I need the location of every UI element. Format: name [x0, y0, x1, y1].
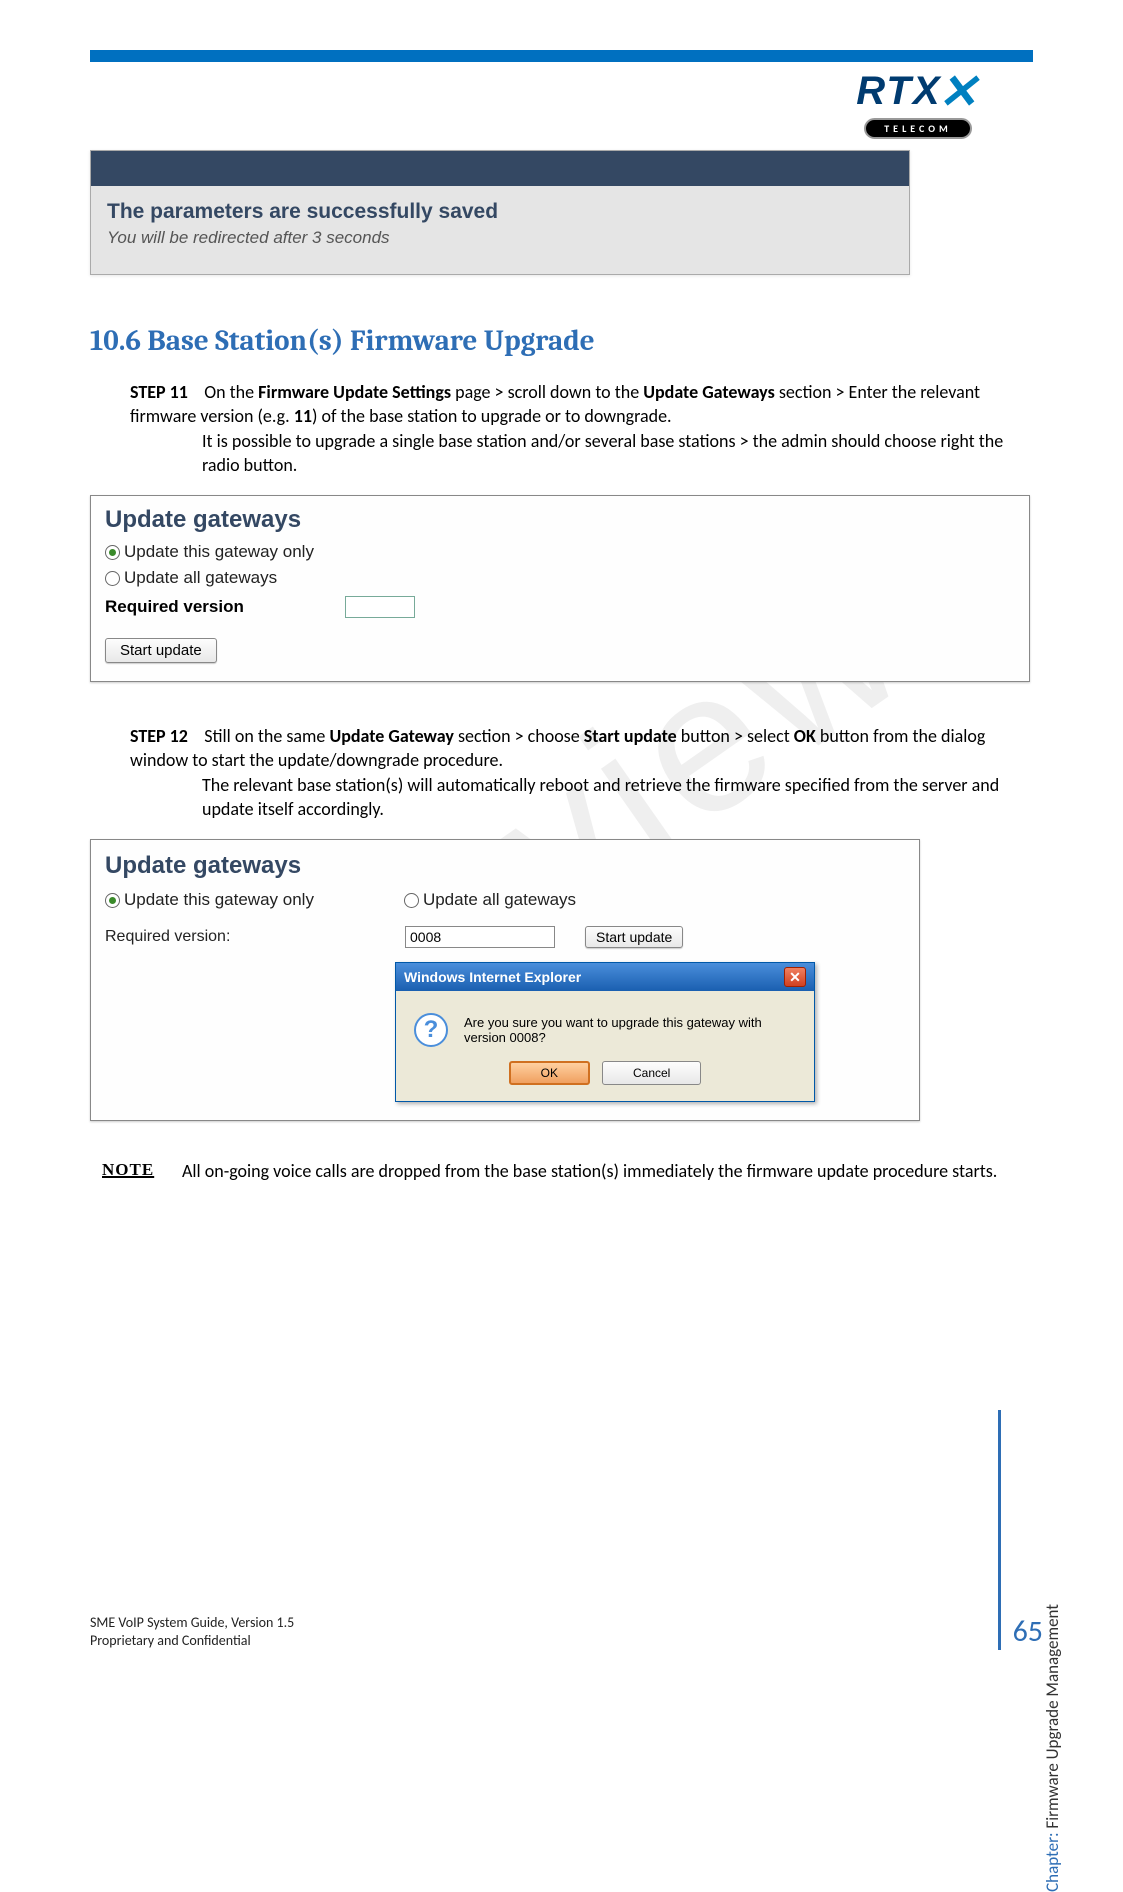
step-11-text2: It is possible to upgrade a single base …: [202, 429, 1033, 478]
dialog-text: Are you sure you want to upgrade this ga…: [464, 1015, 796, 1045]
logo-x-icon: ✕: [938, 64, 980, 120]
dialog-title: Windows Internet Explorer: [404, 969, 581, 985]
ui1-title: Update gateways: [105, 506, 1015, 534]
page-number: 65: [998, 1410, 1043, 1650]
logo: RTX✕ TELECOM: [803, 70, 1033, 132]
required-version-label: Required version: [105, 597, 345, 617]
step-11: STEP 11 On the Firmware Update Settings …: [130, 380, 1033, 477]
dialog-ok-button[interactable]: OK: [509, 1061, 590, 1085]
radio-all-gateways[interactable]: [105, 571, 120, 586]
radio-this-gateway[interactable]: [105, 545, 120, 560]
logo-brand: RTX: [856, 69, 941, 114]
ui2-start-update-button[interactable]: Start update: [585, 926, 683, 948]
required-version-input[interactable]: [345, 596, 415, 618]
ui2-title: Update gateways: [105, 852, 905, 880]
footer-text: SME VoIP System Guide, Version 1.5 Propr…: [90, 1614, 294, 1650]
radio2-this-gateway-label: Update this gateway only: [124, 890, 314, 910]
step-12: STEP 12 Still on the same Update Gateway…: [130, 724, 1033, 821]
step-11-label: STEP 11: [130, 381, 188, 403]
note-label: NOTE: [102, 1159, 170, 1182]
note: NOTE All on-going voice calls are droppe…: [102, 1159, 1033, 1183]
confirm-dialog: Windows Internet Explorer ✕ ? Are you su…: [395, 962, 815, 1102]
msg-header-bar: [91, 151, 909, 186]
start-update-button[interactable]: Start update: [105, 638, 217, 663]
update-gateways-screenshot-1: Update gateways Update this gateway only…: [90, 495, 1030, 682]
close-icon[interactable]: ✕: [784, 967, 806, 987]
saved-message-screenshot: The parameters are successfully saved Yo…: [90, 150, 910, 275]
section-heading: 10.6 Base Station(s) Firmware Upgrade: [90, 325, 1033, 358]
radio2-all-gateways[interactable]: [404, 893, 419, 908]
ui2-required-version-label: Required version:: [105, 928, 405, 946]
header-accent-bar: [90, 50, 1033, 62]
step-12-label: STEP 12: [130, 725, 188, 747]
dialog-cancel-button[interactable]: Cancel: [602, 1061, 701, 1085]
radio-this-gateway-label: Update this gateway only: [124, 542, 314, 562]
radio-all-gateways-label: Update all gateways: [124, 568, 277, 588]
update-gateways-screenshot-2: Update gateways Update this gateway only…: [90, 839, 920, 1121]
step-12-text2: The relevant base station(s) will automa…: [202, 773, 1033, 822]
logo-subtext: TELECOM: [864, 118, 972, 139]
note-text: All on-going voice calls are dropped fro…: [182, 1159, 997, 1183]
ui2-required-version-input[interactable]: [405, 926, 555, 948]
radio2-all-gateways-label: Update all gateways: [423, 890, 576, 910]
chapter-side-label: Chapter: Firmware Upgrade Management: [1042, 1604, 1063, 1892]
msg-subtitle: You will be redirected after 3 seconds: [107, 228, 893, 248]
msg-title: The parameters are successfully saved: [107, 200, 893, 224]
radio2-this-gateway[interactable]: [105, 893, 120, 908]
question-icon: ?: [414, 1013, 448, 1047]
